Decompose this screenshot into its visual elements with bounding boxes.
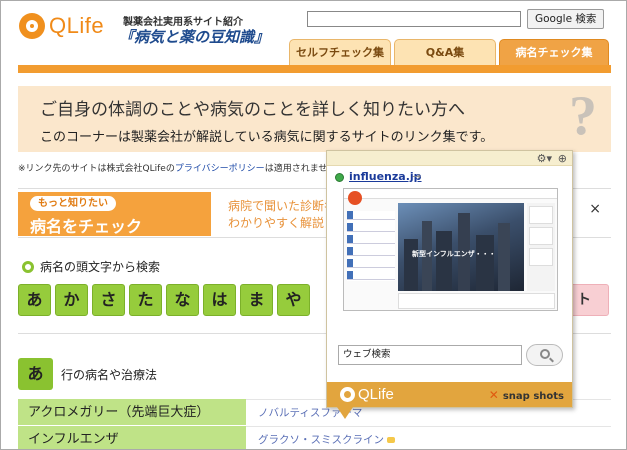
footer-qlife-logo[interactable]: QLife bbox=[340, 386, 394, 403]
header-divider bbox=[18, 65, 611, 73]
initial-search-heading: 病名の頭文字から検索 bbox=[22, 258, 160, 275]
qlife-logo[interactable]: QLife bbox=[19, 13, 104, 39]
promo-pill: もっと知りたい bbox=[30, 196, 116, 211]
popup-toolbar: ⚙▾ ⊕ bbox=[327, 151, 572, 166]
promo-label-box: もっと知りたい 病名をチェック bbox=[18, 192, 211, 236]
snapshots-brand[interactable]: ✕ snap shots bbox=[489, 388, 564, 402]
company-link-text[interactable]: グラクソ・スミスクライン bbox=[258, 434, 384, 446]
company-link[interactable]: グラクソ・スミスクライン bbox=[246, 426, 611, 449]
qlife-mark-icon bbox=[340, 387, 355, 402]
ribbon-icon: ✕ bbox=[488, 388, 499, 402]
kana-button-ya[interactable]: や bbox=[277, 284, 310, 316]
banner-heading: ご自身の体調のことや病気のことを詳しく知りたい方へ bbox=[40, 100, 465, 120]
thumbnail-city-photo: 新型インフルエンザ・・・ bbox=[398, 203, 524, 291]
kana-button-sa[interactable]: さ bbox=[92, 284, 125, 316]
snap-preview-icon[interactable] bbox=[387, 437, 395, 443]
thumbnail-logo-icon bbox=[348, 191, 362, 205]
tab-qa[interactable]: Q&A集 bbox=[394, 39, 496, 66]
thumbnail-sidebar bbox=[347, 211, 395, 281]
kana-button-ma[interactable]: ま bbox=[240, 284, 273, 316]
kana-button-ta[interactable]: た bbox=[129, 284, 162, 316]
logo-text: QLife bbox=[49, 13, 105, 38]
thumbnail-news-box bbox=[398, 293, 555, 309]
tab-self-check[interactable]: セルフチェック集 bbox=[289, 39, 391, 66]
table-row: インフルエンザ グラクソ・スミスクライン bbox=[18, 426, 611, 449]
notice-prefix: ※リンク先のサイトは株式会社QLifeの bbox=[18, 164, 175, 174]
kana-button-a[interactable]: あ bbox=[18, 284, 51, 316]
google-search-input[interactable] bbox=[307, 11, 521, 27]
initial-search-title: 病名の頭文字から検索 bbox=[40, 260, 161, 274]
thumbnail-header bbox=[344, 189, 557, 199]
disease-name: インフルエンザ bbox=[18, 426, 246, 449]
promo-text-line2: わかりやすく解説 bbox=[228, 216, 325, 230]
footer-logo-text: QLife bbox=[358, 386, 394, 403]
bullet-icon bbox=[22, 260, 34, 273]
tab-disease-check[interactable]: 病名チェック集 bbox=[499, 39, 609, 66]
popup-pointer bbox=[337, 407, 353, 419]
intro-banner: ご自身の体調のことや病気のことを詳しく知りたい方へ このコーナーは製薬会社が解説… bbox=[18, 85, 611, 152]
google-search-button[interactable]: Google 検索 bbox=[527, 9, 605, 29]
question-mark-icon: ? bbox=[569, 85, 597, 147]
thumbnail-caption: 新型インフルエンザ・・・ bbox=[412, 250, 496, 258]
snapshot-popup: ⚙▾ ⊕ influenza.jp → 新型インフルエンザ・・・ ウェブ検索 Q… bbox=[326, 150, 573, 419]
gear-icon[interactable]: ⚙▾ bbox=[537, 152, 552, 165]
page-thumbnail[interactable]: 新型インフルエンザ・・・ bbox=[343, 188, 558, 311]
page-frame: QLife 製薬会社実用系サイト紹介 『病気と薬の豆知識』 Google 検索 … bbox=[0, 0, 627, 450]
snapshots-text: snap shots bbox=[502, 391, 564, 402]
a-row-label: 行の病名や治療法 bbox=[61, 367, 158, 382]
a-row-heading: あ 行の病名や治療法 bbox=[18, 358, 157, 390]
open-link-icon[interactable]: → bbox=[412, 170, 421, 183]
promo-title: 病名をチェック bbox=[30, 217, 143, 236]
privacy-policy-link[interactable]: プライバシーポリシー bbox=[175, 164, 265, 174]
qlife-logo-icon bbox=[19, 13, 45, 39]
web-search-input[interactable]: ウェブ検索 bbox=[338, 345, 522, 365]
site-status-icon bbox=[335, 173, 344, 182]
banner-description: このコーナーは製薬会社が解説している病気に関するサイトのリンク集です。 bbox=[40, 130, 494, 145]
privacy-notice: ※リンク先のサイトは株式会社QLifeのプライバシーポリシーは適用されません bbox=[18, 161, 336, 174]
preview-url-link[interactable]: influenza.jp bbox=[349, 170, 422, 183]
search-icon bbox=[540, 349, 550, 359]
promo-text: 病院で聞いた診断名 わかりやすく解説 bbox=[228, 198, 336, 232]
kana-buttons: あ か さ た な は ま や bbox=[18, 284, 314, 316]
main-tabs: セルフチェック集 Q&A集 病名チェック集 bbox=[289, 39, 612, 66]
disease-name: アクロメガリー（先端巨大症） bbox=[18, 399, 246, 425]
zoom-icon[interactable]: ⊕ bbox=[558, 152, 567, 165]
web-search-button[interactable] bbox=[526, 344, 563, 366]
kana-button-na[interactable]: な bbox=[166, 284, 199, 316]
site-title: 『病気と薬の豆知識』 bbox=[119, 28, 270, 46]
a-row-badge: あ bbox=[18, 358, 53, 390]
kana-button-ha[interactable]: は bbox=[203, 284, 236, 316]
close-icon[interactable]: × bbox=[589, 201, 601, 217]
promo-text-line1: 病院で聞いた診断名 bbox=[228, 199, 337, 213]
kana-button-ka[interactable]: か bbox=[55, 284, 88, 316]
popup-footer: QLife ✕ snap shots bbox=[327, 382, 572, 407]
thumbnail-right-column bbox=[527, 203, 555, 291]
